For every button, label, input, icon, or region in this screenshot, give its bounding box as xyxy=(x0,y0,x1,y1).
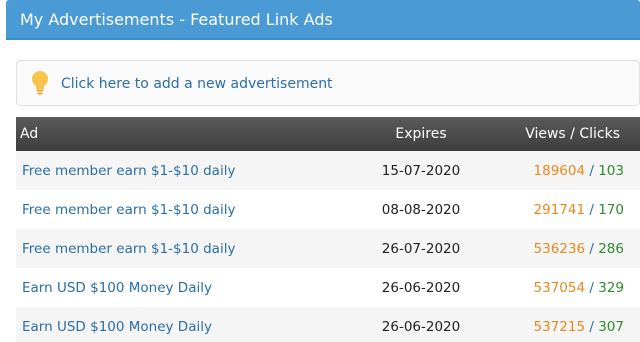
expires-date: 26-07-2020 xyxy=(381,240,461,257)
expires-date: 15-07-2020 xyxy=(381,162,461,179)
column-header-views-clicks: Views / Clicks xyxy=(525,126,620,142)
views-count: 537054 xyxy=(533,279,586,296)
ad-title-link[interactable]: Earn USD $100 Money Daily xyxy=(22,280,212,296)
separator: / xyxy=(585,201,599,218)
views-clicks-cell: 536236 / 286 xyxy=(496,229,640,268)
clicks-count: 103 xyxy=(598,162,624,179)
separator: / xyxy=(585,240,599,257)
clicks-count: 170 xyxy=(598,201,624,218)
separator: / xyxy=(585,279,599,296)
expires-date: 08-08-2020 xyxy=(381,201,461,218)
table-row: Earn USD $100 Money Daily 26-06-2020 537… xyxy=(16,268,640,307)
views-count: 537215 xyxy=(533,318,586,335)
ad-title-link[interactable]: Earn USD $100 Money Daily xyxy=(22,319,212,335)
ad-title-link[interactable]: Free member earn $1-$10 daily xyxy=(22,202,235,218)
table-row: Free member earn $1-$10 daily 26-07-2020… xyxy=(16,229,640,268)
lightbulb-icon xyxy=(32,71,48,95)
clicks-count: 307 xyxy=(598,318,624,335)
column-header-expires: Expires xyxy=(395,126,447,142)
add-advertisement-box: Click here to add a new advertisement xyxy=(16,60,640,106)
views-count: 291741 xyxy=(533,201,586,218)
expires-date: 26-06-2020 xyxy=(381,279,461,296)
clicks-count: 329 xyxy=(598,279,624,296)
expires-date: 26-06-2020 xyxy=(381,318,461,335)
page-header: My Advertisements - Featured Link Ads xyxy=(6,0,640,40)
views-count: 189604 xyxy=(533,162,586,179)
table-row: Earn USD $100 Money Daily 26-06-2020 537… xyxy=(16,307,640,342)
table-row: Free member earn $1-$10 daily 08-08-2020… xyxy=(16,190,640,229)
clicks-count: 286 xyxy=(598,240,624,257)
table-header-row: Ad Expires Views / Clicks xyxy=(16,117,640,151)
ad-title-link[interactable]: Free member earn $1-$10 daily xyxy=(22,241,235,257)
views-clicks-cell: 537215 / 307 xyxy=(496,307,640,342)
views-clicks-cell: 537054 / 329 xyxy=(496,268,640,307)
views-count: 536236 xyxy=(533,240,586,257)
page-title: My Advertisements - Featured Link Ads xyxy=(20,10,333,29)
views-clicks-cell: 189604 / 103 xyxy=(496,151,640,190)
separator: / xyxy=(585,162,599,179)
column-header-ad: Ad xyxy=(20,126,39,142)
add-advertisement-link[interactable]: Click here to add a new advertisement xyxy=(61,61,333,107)
views-clicks-cell: 291741 / 170 xyxy=(496,190,640,229)
ad-title-link[interactable]: Free member earn $1-$10 daily xyxy=(22,163,235,179)
table-row: Free member earn $1-$10 daily 15-07-2020… xyxy=(16,151,640,190)
ads-table: Ad Expires Views / Clicks Free member ea… xyxy=(16,117,640,342)
ads-table-container: Ad Expires Views / Clicks Free member ea… xyxy=(16,117,640,342)
separator: / xyxy=(585,318,599,335)
